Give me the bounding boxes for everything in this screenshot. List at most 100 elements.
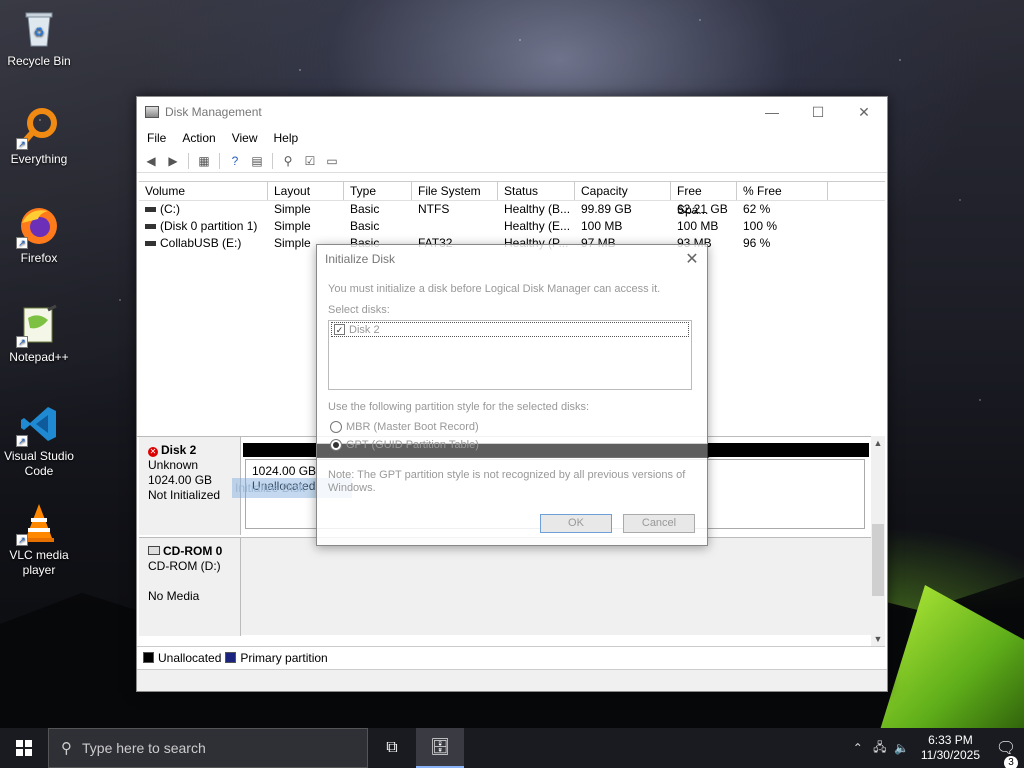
- desktop-icon-everything[interactable]: ↗ Everything: [0, 106, 78, 167]
- volume-name: CollabUSB (E:): [160, 236, 242, 250]
- volume-type: Basic: [350, 202, 380, 216]
- drive-icon: [145, 241, 156, 247]
- disk-state: Not Initialized: [148, 488, 221, 502]
- network-icon[interactable]: 🖧: [869, 738, 891, 759]
- close-button[interactable]: ✕: [841, 97, 887, 127]
- disk-2-info[interactable]: ✕ Disk 2 Unknown 1024.00 GB Not Initializ…: [139, 437, 241, 535]
- clock[interactable]: 6:33 PM 11/30/2025: [913, 733, 988, 763]
- help-icon[interactable]: ?: [225, 152, 245, 170]
- shortcut-arrow-icon: ↗: [16, 435, 28, 447]
- search-placeholder: Type here to search: [82, 740, 206, 756]
- cdrom-row[interactable]: CD-ROM 0 CD-ROM (D:) No Media: [139, 537, 871, 636]
- menu-bar: File Action View Help: [137, 127, 887, 149]
- task-view-icon[interactable]: ⧉: [368, 728, 416, 768]
- back-icon[interactable]: ◀: [141, 152, 161, 170]
- toolbar-separator: [272, 152, 273, 169]
- dialog-title: Initialize Disk: [325, 252, 396, 266]
- list-item[interactable]: ✓ Disk 2: [331, 322, 689, 337]
- minimize-button[interactable]: —: [749, 97, 795, 127]
- column-header-layout[interactable]: Layout: [268, 182, 344, 200]
- table-row[interactable]: (C:) Simple Basic NTFS Healthy (B... 99.…: [139, 201, 885, 218]
- menu-action[interactable]: Action: [174, 131, 223, 145]
- volume-muted-icon[interactable]: 🔈: [891, 741, 913, 755]
- connect-icon[interactable]: ⚲: [278, 152, 298, 170]
- desktop-icon-vscode[interactable]: ↗ Visual Studio Code: [0, 403, 78, 479]
- disk-listbox[interactable]: ✓ Disk 2: [328, 320, 692, 390]
- disk-checkbox[interactable]: ✓: [334, 324, 345, 335]
- drive-icon: [145, 224, 156, 230]
- column-header-capacity[interactable]: Capacity: [575, 182, 671, 200]
- menu-view[interactable]: View: [224, 131, 266, 145]
- column-header-type[interactable]: Type: [344, 182, 412, 200]
- search-icon: ⚲: [61, 740, 72, 757]
- volume-type: Basic: [350, 219, 380, 233]
- dialog-title-bar[interactable]: Initialize Disk ✕: [317, 245, 707, 273]
- date: 11/30/2025: [920, 748, 980, 762]
- volume-name: (C:): [160, 202, 180, 216]
- toolbar-separator: [188, 152, 189, 169]
- mbr-option[interactable]: MBR (Master Boot Record): [330, 421, 479, 433]
- desktop-icon-notepadpp[interactable]: ↗ Notepad++: [0, 304, 78, 365]
- gpt-radio[interactable]: [330, 439, 342, 451]
- chevron-up-icon[interactable]: ⌃: [847, 741, 869, 755]
- title-bar[interactable]: Disk Management — ☐ ✕: [137, 97, 887, 127]
- gpt-option[interactable]: GPT (GUID Partition Table): [330, 439, 479, 451]
- volume-status: Healthy (E...: [504, 219, 571, 233]
- disk-item-label: Disk 2: [349, 323, 380, 336]
- dialog-intro: You must initialize a disk before Logica…: [328, 283, 661, 295]
- cdrom-state: No Media: [148, 589, 200, 603]
- partition-style-label: Use the following partition style for th…: [328, 401, 590, 413]
- scroll-up-icon[interactable]: ▲: [871, 436, 885, 450]
- disk-name: Disk 2: [161, 443, 197, 457]
- search-box[interactable]: ⚲ Type here to search: [48, 728, 368, 768]
- desktop-icon-vlc[interactable]: ↗ VLC media player: [0, 502, 78, 578]
- column-header-file-system[interactable]: File System: [412, 182, 498, 200]
- volume-list-header: Volume Layout Type File System Status Ca…: [139, 182, 885, 217]
- ok-button[interactable]: OK: [540, 514, 612, 533]
- column-header-status[interactable]: Status: [498, 182, 575, 200]
- start-button[interactable]: [0, 728, 48, 768]
- legend: Unallocated Primary partition: [137, 646, 885, 668]
- menu-help[interactable]: Help: [266, 131, 307, 145]
- close-icon[interactable]: ✕: [677, 249, 707, 269]
- menu-file[interactable]: File: [139, 131, 174, 145]
- windows-logo-icon: [16, 740, 32, 756]
- recycle-bin-icon: ♻: [18, 8, 60, 50]
- shortcut-arrow-icon: ↗: [16, 138, 28, 150]
- volume-name: (Disk 0 partition 1): [160, 219, 258, 233]
- scroll-down-icon[interactable]: ▼: [871, 632, 885, 646]
- mbr-radio[interactable]: [330, 421, 342, 433]
- volume-free: 100 MB: [677, 219, 719, 233]
- forward-icon[interactable]: ▶: [163, 152, 183, 170]
- volume-layout: Simple: [274, 219, 311, 233]
- desktop-icon-recycle-bin[interactable]: ♻ Recycle Bin: [0, 8, 78, 69]
- vscode-icon: ↗: [16, 403, 60, 447]
- properties-icon[interactable]: ▭: [322, 152, 342, 170]
- system-tray: ⌃ 🖧 🔈 6:33 PM 11/30/2025 🗨 3: [847, 728, 1024, 768]
- scroll-thumb[interactable]: [872, 524, 884, 596]
- table-row[interactable]: (Disk 0 partition 1) Simple Basic Health…: [139, 218, 885, 235]
- taskbar-disk-management-icon[interactable]: 🗄: [416, 728, 464, 768]
- graph-scrollbar[interactable]: ▲ ▼: [871, 436, 885, 646]
- notification-icon[interactable]: 🗨 3: [988, 738, 1024, 768]
- volume-layout: Simple: [274, 202, 311, 216]
- console-tree-icon[interactable]: ▦: [194, 152, 214, 170]
- cdrom-info[interactable]: CD-ROM 0 CD-ROM (D:) No Media: [139, 538, 241, 636]
- volume-pct-free: 62 %: [743, 202, 771, 216]
- volume-capacity: 100 MB: [581, 219, 623, 233]
- column-header-free-space[interactable]: Free Spa...: [671, 182, 737, 217]
- maximize-button[interactable]: ☐: [795, 97, 841, 127]
- column-header-percent-free[interactable]: % Free: [737, 182, 828, 200]
- cdrom-name: CD-ROM 0: [163, 544, 223, 558]
- window-title: Disk Management: [165, 105, 262, 119]
- initialize-disk-dialog: Initialize Disk ✕ You must initialize a …: [316, 244, 709, 546]
- column-header-volume[interactable]: Volume: [139, 182, 268, 200]
- cdrom-icon: [148, 546, 160, 555]
- volume-fs: NTFS: [418, 202, 450, 216]
- desktop-icon-firefox[interactable]: ↗ Firefox: [0, 205, 78, 266]
- action-pane-icon[interactable]: ▤: [247, 152, 267, 170]
- check-icon[interactable]: ☑: [300, 152, 320, 170]
- time: 6:33 PM: [928, 733, 973, 747]
- cancel-button[interactable]: Cancel: [623, 514, 695, 533]
- volume-fs: [412, 218, 498, 235]
